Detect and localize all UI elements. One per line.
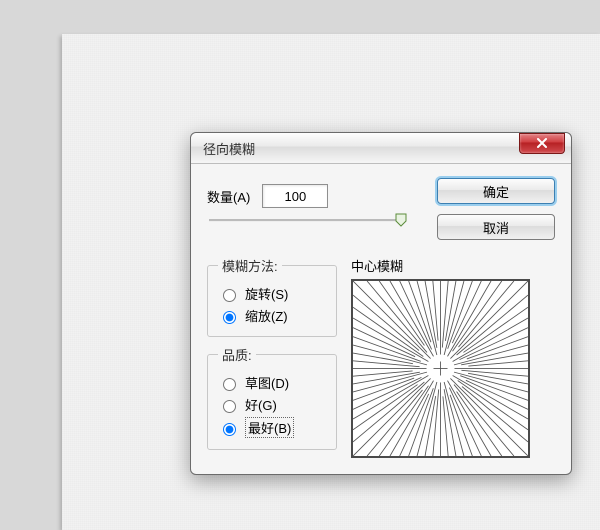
amount-slider[interactable] [209, 212, 401, 228]
cancel-button[interactable]: 取消 [437, 214, 555, 240]
slider-thumb[interactable] [395, 213, 407, 227]
method-zoom-label: 缩放(Z) [245, 306, 288, 325]
method-spin-radio[interactable] [223, 289, 236, 302]
method-spin-option[interactable]: 旋转(S) [218, 284, 326, 303]
method-zoom-option[interactable]: 缩放(Z) [218, 306, 326, 325]
close-icon [536, 138, 548, 148]
blur-method-legend: 模糊方法: [218, 256, 282, 275]
blur-center-preview[interactable] [351, 279, 530, 458]
quality-good-label: 好(G) [245, 395, 277, 414]
quality-good-option[interactable]: 好(G) [218, 395, 326, 414]
quality-best-radio[interactable] [223, 423, 236, 436]
dialog-titlebar[interactable]: 径向模糊 [191, 133, 571, 164]
preview-label: 中心模糊 [351, 256, 555, 275]
quality-best-label: 最好(B) [245, 417, 294, 438]
quality-draft-option[interactable]: 草图(D) [218, 373, 326, 392]
quality-draft-radio[interactable] [223, 378, 236, 391]
radial-blur-dialog: 径向模糊 数量(A) [190, 132, 572, 475]
quality-draft-label: 草图(D) [245, 373, 289, 392]
amount-input[interactable] [262, 184, 328, 208]
method-spin-label: 旋转(S) [245, 284, 288, 303]
quality-good-radio[interactable] [223, 400, 236, 413]
ok-button[interactable]: 确定 [437, 178, 555, 204]
method-zoom-radio[interactable] [223, 311, 236, 324]
amount-label: 数量(A) [207, 187, 250, 206]
quality-best-option[interactable]: 最好(B) [218, 417, 326, 438]
close-button[interactable] [519, 133, 565, 154]
dialog-title: 径向模糊 [203, 139, 519, 158]
slider-track [209, 219, 401, 222]
quality-group: 品质: 草图(D) 好(G) 最好(B) [207, 345, 337, 450]
quality-legend: 品质: [218, 345, 256, 364]
blur-method-group: 模糊方法: 旋转(S) 缩放(Z) [207, 256, 337, 337]
